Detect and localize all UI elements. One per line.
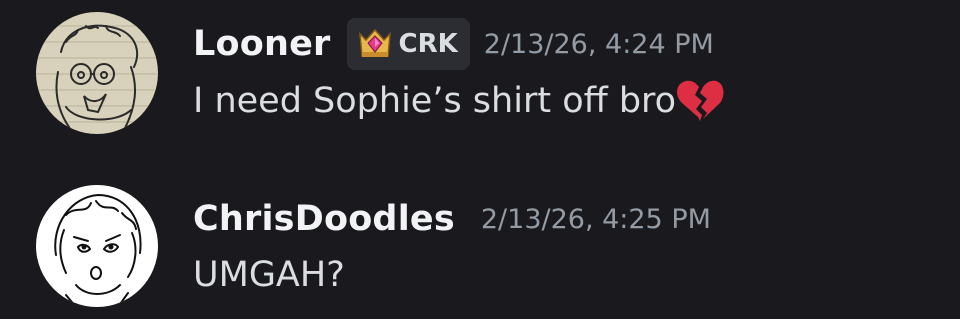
message-header: ChrisDoodles 2/13/26, 4:25 PM bbox=[193, 193, 711, 245]
timestamp[interactable]: 2/13/26, 4:25 PM bbox=[481, 204, 711, 235]
message-header: Looner CRK 2/13/26, 4:24 PM bbox=[193, 18, 714, 70]
message-content: I need Sophie’s shirt off bro bbox=[193, 77, 726, 125]
avatar-image bbox=[36, 12, 158, 134]
avatar[interactable] bbox=[36, 12, 158, 134]
username[interactable]: Looner bbox=[193, 24, 331, 64]
broken-heart-icon bbox=[674, 77, 726, 125]
avatar[interactable] bbox=[36, 185, 158, 307]
message-text: UMGAH? bbox=[193, 255, 345, 295]
timestamp[interactable]: 2/13/26, 4:24 PM bbox=[484, 29, 714, 60]
avatar-image bbox=[36, 185, 158, 307]
username[interactable]: ChrisDoodles bbox=[193, 199, 455, 239]
message-text: I need Sophie’s shirt off bro bbox=[193, 81, 677, 121]
chat-message-list: Looner CRK 2/13/26, 4:24 PM I need Sophi… bbox=[0, 0, 960, 319]
crown-gem-icon bbox=[357, 26, 393, 62]
server-tag-label: CRK bbox=[398, 29, 458, 59]
message-content: UMGAH? bbox=[193, 255, 345, 295]
server-tag[interactable]: CRK bbox=[346, 18, 470, 70]
